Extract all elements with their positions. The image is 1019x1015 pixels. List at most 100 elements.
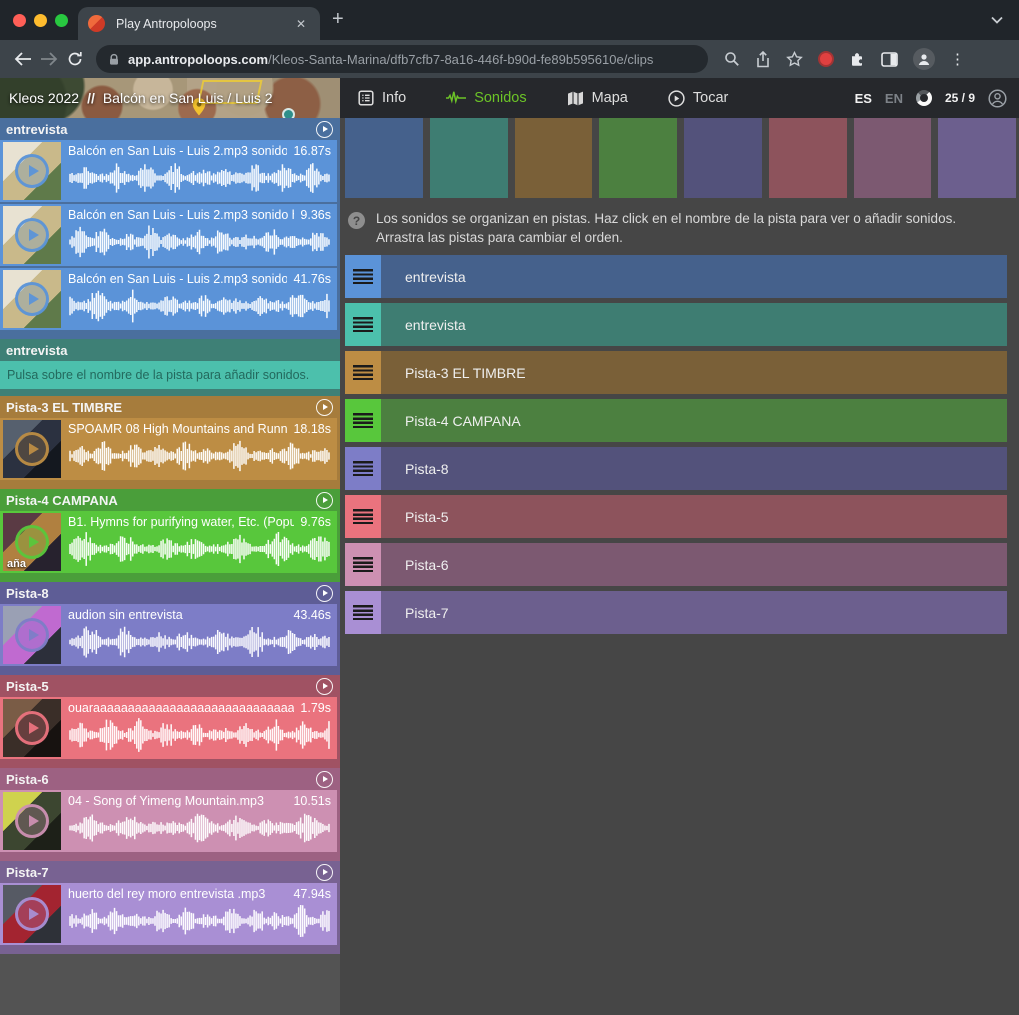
bookmark-star-icon[interactable] bbox=[786, 51, 803, 67]
nav-item-info[interactable]: Info bbox=[358, 90, 406, 106]
clip-play-icon[interactable] bbox=[15, 432, 49, 466]
lock-icon bbox=[108, 53, 120, 66]
profile-avatar[interactable] bbox=[913, 48, 935, 70]
track-play-icon[interactable] bbox=[316, 399, 333, 416]
clip-play-icon[interactable] bbox=[15, 804, 49, 838]
track-play-icon[interactable] bbox=[316, 678, 333, 695]
track-section-header[interactable]: entrevista bbox=[0, 118, 340, 140]
clip-play-icon[interactable] bbox=[15, 618, 49, 652]
track-row-body[interactable]: Pista-4 CAMPANA bbox=[381, 399, 1007, 442]
track-row-body[interactable]: entrevista bbox=[381, 255, 1007, 298]
track-swatch[interactable] bbox=[938, 118, 1016, 198]
zoom-icon[interactable] bbox=[724, 51, 740, 67]
track-name: Pista-4 CAMPANA bbox=[6, 493, 118, 508]
browser-tab[interactable]: Play Antropoloops ✕ bbox=[78, 7, 320, 40]
clip-play-icon[interactable] bbox=[15, 282, 49, 316]
clip-play-icon[interactable] bbox=[15, 525, 49, 559]
track-row-body[interactable]: Pista-6 bbox=[381, 543, 1007, 586]
track-row: entrevista bbox=[345, 255, 1007, 298]
nav-item-tocar[interactable]: Tocar bbox=[668, 90, 728, 107]
nav-item-mapa[interactable]: Mapa bbox=[567, 90, 628, 106]
back-button[interactable] bbox=[10, 46, 36, 72]
tab-close-icon[interactable]: ✕ bbox=[292, 15, 310, 33]
audio-clip[interactable]: SPOAMR 08 High Mountains and Running ...… bbox=[0, 418, 337, 480]
nav-label: Tocar bbox=[693, 90, 728, 106]
tab-search-chevron-icon[interactable] bbox=[991, 16, 1003, 24]
clip-play-icon[interactable] bbox=[15, 218, 49, 252]
track-drag-handle[interactable] bbox=[345, 303, 381, 346]
track-swatch[interactable] bbox=[854, 118, 932, 198]
clip-play-icon[interactable] bbox=[15, 711, 49, 745]
breadcrumb-project[interactable]: Kleos 2022 bbox=[9, 90, 79, 106]
track-play-icon[interactable] bbox=[316, 771, 333, 788]
track-swatch[interactable] bbox=[599, 118, 677, 198]
clip-duration: 9.76s bbox=[300, 515, 331, 529]
track-drag-handle[interactable] bbox=[345, 351, 381, 394]
url-bar[interactable]: app.antropoloops.com/Kleos-Santa-Marina/… bbox=[96, 45, 708, 73]
track-swatch[interactable] bbox=[769, 118, 847, 198]
track-drag-handle[interactable] bbox=[345, 495, 381, 538]
forward-button[interactable] bbox=[36, 46, 62, 72]
extensions-puzzle-icon[interactable] bbox=[849, 51, 866, 68]
track-swatch[interactable] bbox=[430, 118, 508, 198]
track-play-icon[interactable] bbox=[316, 121, 333, 138]
track-section-header[interactable]: Pista-8 bbox=[0, 582, 340, 604]
track-drag-handle[interactable] bbox=[345, 255, 381, 298]
lang-en[interactable]: EN bbox=[885, 91, 903, 106]
clip-title: ouaraaaaaaaaaaaaaaaaaaaaaaaaaaaaaaaaaaaa… bbox=[68, 701, 294, 715]
track-section-header[interactable]: Pista-5 bbox=[0, 675, 340, 697]
track-row-body[interactable]: Pista-5 bbox=[381, 495, 1007, 538]
clip-play-icon[interactable] bbox=[15, 154, 49, 188]
clip-thumbnail-caption: aña bbox=[7, 558, 26, 570]
audio-clip[interactable]: ouaraaaaaaaaaaaaaaaaaaaaaaaaaaaaaaaaaaaa… bbox=[0, 697, 337, 759]
tab-title: Play Antropoloops bbox=[116, 17, 292, 31]
refresh-button[interactable] bbox=[62, 46, 88, 72]
track-section-header[interactable]: entrevista bbox=[0, 339, 340, 361]
record-indicator-icon[interactable] bbox=[818, 51, 834, 67]
sidebar-track-section: Pista-4 CAMPANA aña B1. Hymns for purify… bbox=[0, 489, 340, 582]
audio-clip[interactable]: Balcón en San Luis - Luis 2.mp3 sonido h… bbox=[0, 268, 337, 330]
new-tab-button[interactable]: + bbox=[332, 8, 344, 30]
audio-clip[interactable]: Balcón en San Luis - Luis 2.mp3 sonido h… bbox=[0, 140, 337, 202]
audio-clip[interactable]: audion sin entrevista 43.46s bbox=[0, 604, 337, 666]
close-window-button[interactable] bbox=[13, 14, 26, 27]
track-play-icon[interactable] bbox=[316, 864, 333, 881]
account-icon[interactable] bbox=[988, 89, 1007, 108]
minimize-window-button[interactable] bbox=[34, 14, 47, 27]
track-drag-handle[interactable] bbox=[345, 447, 381, 490]
track-play-icon[interactable] bbox=[316, 492, 333, 509]
side-panel-icon[interactable] bbox=[881, 52, 898, 67]
track-section-header[interactable]: Pista-4 CAMPANA bbox=[0, 489, 340, 511]
track-drag-handle[interactable] bbox=[345, 543, 381, 586]
menu-kebab-icon[interactable]: ⋮ bbox=[950, 52, 965, 67]
track-row-body[interactable]: Pista-7 bbox=[381, 591, 1007, 634]
nav-item-sonidos[interactable]: Sonidos bbox=[446, 90, 526, 106]
maximize-window-button[interactable] bbox=[55, 14, 68, 27]
track-section-header[interactable]: Pista-7 bbox=[0, 861, 340, 883]
track-drag-handle[interactable] bbox=[345, 399, 381, 442]
track-row-body[interactable]: Pista-8 bbox=[381, 447, 1007, 490]
track-play-icon[interactable] bbox=[316, 585, 333, 602]
audio-clip[interactable]: Balcón en San Luis - Luis 2.mp3 sonido h… bbox=[0, 204, 337, 266]
lang-es[interactable]: ES bbox=[855, 91, 872, 106]
track-swatch[interactable] bbox=[345, 118, 423, 198]
drag-handle-icon bbox=[353, 461, 373, 476]
share-icon[interactable] bbox=[755, 51, 771, 68]
clip-play-icon[interactable] bbox=[15, 897, 49, 931]
browser-window: Play Antropoloops ✕ + app.antropoloops.c… bbox=[0, 0, 1019, 78]
track-section-header[interactable]: Pista-6 bbox=[0, 768, 340, 790]
clip-title: huerto del rey moro entrevista .mp3 bbox=[68, 887, 287, 901]
audio-clip[interactable]: aña B1. Hymns for purifying water, Etc. … bbox=[0, 511, 337, 573]
track-swatch[interactable] bbox=[515, 118, 593, 198]
track-section-header[interactable]: Pista-3 EL TIMBRE bbox=[0, 396, 340, 418]
track-row-body[interactable]: entrevista bbox=[381, 303, 1007, 346]
audio-clip[interactable]: huerto del rey moro entrevista .mp3 47.9… bbox=[0, 883, 337, 945]
track-row-body[interactable]: Pista-3 EL TIMBRE bbox=[381, 351, 1007, 394]
clip-thumbnail bbox=[3, 699, 61, 757]
window-controls bbox=[13, 14, 68, 27]
audio-clip[interactable]: 04 - Song of Yimeng Mountain.mp3 10.51s bbox=[0, 790, 337, 852]
track-swatch[interactable] bbox=[684, 118, 762, 198]
clip-thumbnail bbox=[3, 206, 61, 264]
track-drag-handle[interactable] bbox=[345, 591, 381, 634]
track-name: entrevista bbox=[6, 343, 67, 358]
